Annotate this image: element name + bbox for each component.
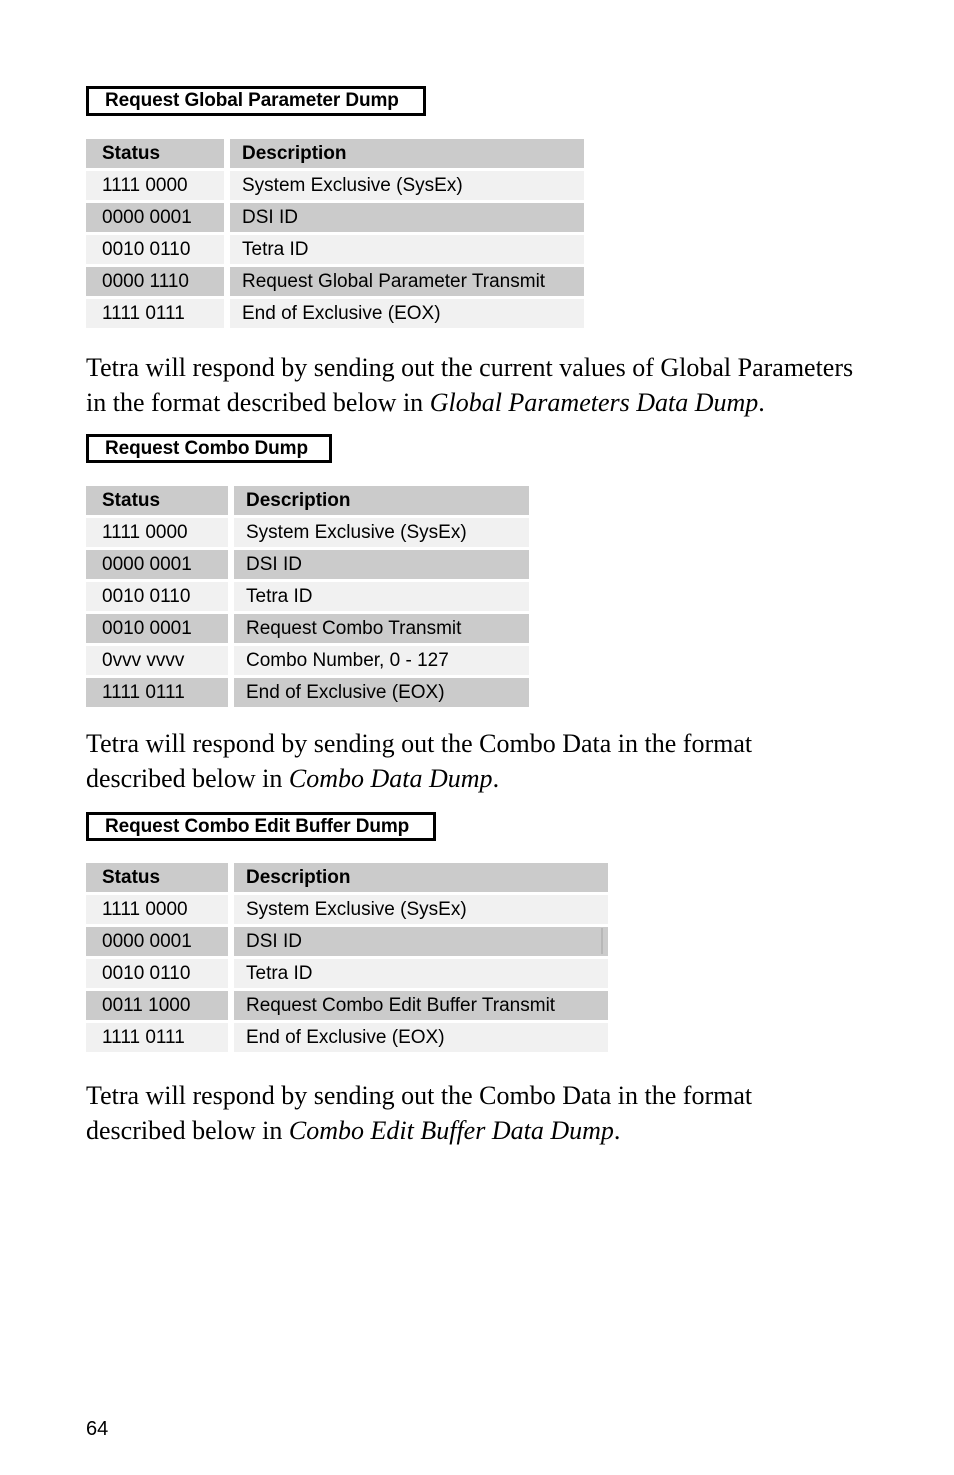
column-header-description: Description	[234, 863, 608, 892]
caption-label: Request Global Parameter Dump	[105, 90, 399, 111]
table-row: 1111 0000 System Exclusive (SysEx)	[86, 171, 584, 200]
paragraph-text-italic: Combo Edit Buffer Data Dump	[288, 1116, 614, 1145]
cell-status: 1111 0111	[86, 299, 224, 328]
cell-description: Request Combo Edit Buffer Transmit	[234, 991, 608, 1020]
column-header-status: Status	[86, 139, 224, 168]
table-header-row: Status Description	[86, 139, 584, 168]
table-row: 0010 0110 Tetra ID	[86, 959, 608, 988]
page-number: 64	[86, 1418, 109, 1440]
cell-description: System Exclusive (SysEx)	[234, 518, 529, 547]
caption-label: Request Combo Edit Buffer Dump	[105, 815, 410, 837]
table-row: 1111 0111 End of Exclusive (EOX)	[86, 299, 584, 328]
cell-status: 0010 0110	[86, 582, 228, 611]
table-row: 1111 0111 End of Exclusive (EOX)	[86, 678, 529, 707]
cell-description: End of Exclusive (EOX)	[234, 1023, 608, 1052]
cell-status: 1111 0000	[86, 895, 228, 924]
cell-description: Tetra ID	[234, 582, 529, 611]
table-row: 0011 1000 Request Combo Edit Buffer Tran…	[86, 991, 608, 1020]
cell-description: DSI ID	[230, 203, 584, 232]
cell-status: 0000 0001	[86, 203, 224, 232]
table-row: 0000 1110 Request Global Parameter Trans…	[86, 267, 584, 296]
table-row: 0000 0001 DSI ID	[86, 550, 529, 579]
caption-request-global-parameter-dump: Request Global Parameter Dump	[86, 86, 426, 116]
cell-status: 1111 0000	[86, 171, 224, 200]
column-header-description: Description	[234, 486, 529, 515]
table-row: 0vvv vvvv Combo Number, 0 - 127	[86, 646, 529, 675]
document-page: Request Global Parameter Dump Status Des…	[0, 0, 954, 1475]
paragraph-text-italic: Combo Data Dump	[288, 764, 493, 793]
cell-status: 0vvv vvvv	[86, 646, 228, 675]
table-row: 0000 0001 DSI ID	[86, 203, 584, 232]
cell-status: 0000 0001	[86, 550, 228, 579]
table-row: 1111 0000 System Exclusive (SysEx)	[86, 895, 608, 924]
caption-label: Request Combo Dump	[105, 437, 308, 459]
paragraph-text-suffix: .	[492, 764, 500, 793]
cell-description: Combo Number, 0 - 127	[234, 646, 529, 675]
paragraph-combo-dump-response: Tetra will respond by sending out the Co…	[86, 726, 846, 796]
paragraph-combo-edit-buffer-response: Tetra will respond by sending out the Co…	[86, 1078, 846, 1148]
paragraph-text-suffix: .	[758, 388, 765, 417]
paragraph-text-suffix: .	[613, 1116, 621, 1145]
cell-status: 0000 1110	[86, 267, 224, 296]
paragraph-global-parameter-response: Tetra will respond by sending out the cu…	[86, 350, 876, 420]
column-header-status: Status	[86, 863, 228, 892]
cell-status: 0010 0110	[86, 959, 228, 988]
table-request-combo-edit-buffer-dump: Status Description 1111 0000 System Excl…	[86, 863, 608, 1055]
table-row: 1111 0000 System Exclusive (SysEx)	[86, 518, 529, 547]
scan-artifact-line	[601, 928, 603, 954]
cell-status: 1111 0111	[86, 678, 228, 707]
table-request-combo-dump: Status Description 1111 0000 System Excl…	[86, 486, 529, 710]
caption-request-combo-edit-buffer-dump: Request Combo Edit Buffer Dump	[86, 812, 436, 841]
column-header-description: Description	[230, 139, 584, 168]
table-row: 0000 0001 DSI ID	[86, 927, 608, 956]
cell-description: Tetra ID	[230, 235, 584, 264]
table-row: 0010 0110 Tetra ID	[86, 235, 584, 264]
table-header-row: Status Description	[86, 486, 529, 515]
cell-description: DSI ID	[234, 550, 529, 579]
table-row: 1111 0111 End of Exclusive (EOX)	[86, 1023, 608, 1052]
table-request-global-parameter-dump: Status Description 1111 0000 System Excl…	[86, 139, 584, 331]
cell-description: DSI ID	[234, 927, 608, 956]
paragraph-text-italic: Global Parameters Data Dump	[429, 388, 759, 417]
column-header-status: Status	[86, 486, 228, 515]
cell-description: Tetra ID	[234, 959, 608, 988]
table-row: 0010 0001 Request Combo Transmit	[86, 614, 529, 643]
cell-description: Request Global Parameter Transmit	[230, 267, 584, 296]
cell-status: 1111 0000	[86, 518, 228, 547]
cell-status: 1111 0111	[86, 1023, 228, 1052]
table-header-row: Status Description	[86, 863, 608, 892]
cell-description: System Exclusive (SysEx)	[234, 895, 608, 924]
cell-status: 0000 0001	[86, 927, 228, 956]
cell-description: End of Exclusive (EOX)	[230, 299, 584, 328]
cell-status: 0010 0001	[86, 614, 228, 643]
table-row: 0010 0110 Tetra ID	[86, 582, 529, 611]
cell-status: 0011 1000	[86, 991, 228, 1020]
cell-description: Request Combo Transmit	[234, 614, 529, 643]
cell-description: End of Exclusive (EOX)	[234, 678, 529, 707]
cell-status: 0010 0110	[86, 235, 224, 264]
caption-request-combo-dump: Request Combo Dump	[86, 434, 332, 463]
cell-description: System Exclusive (SysEx)	[230, 171, 584, 200]
